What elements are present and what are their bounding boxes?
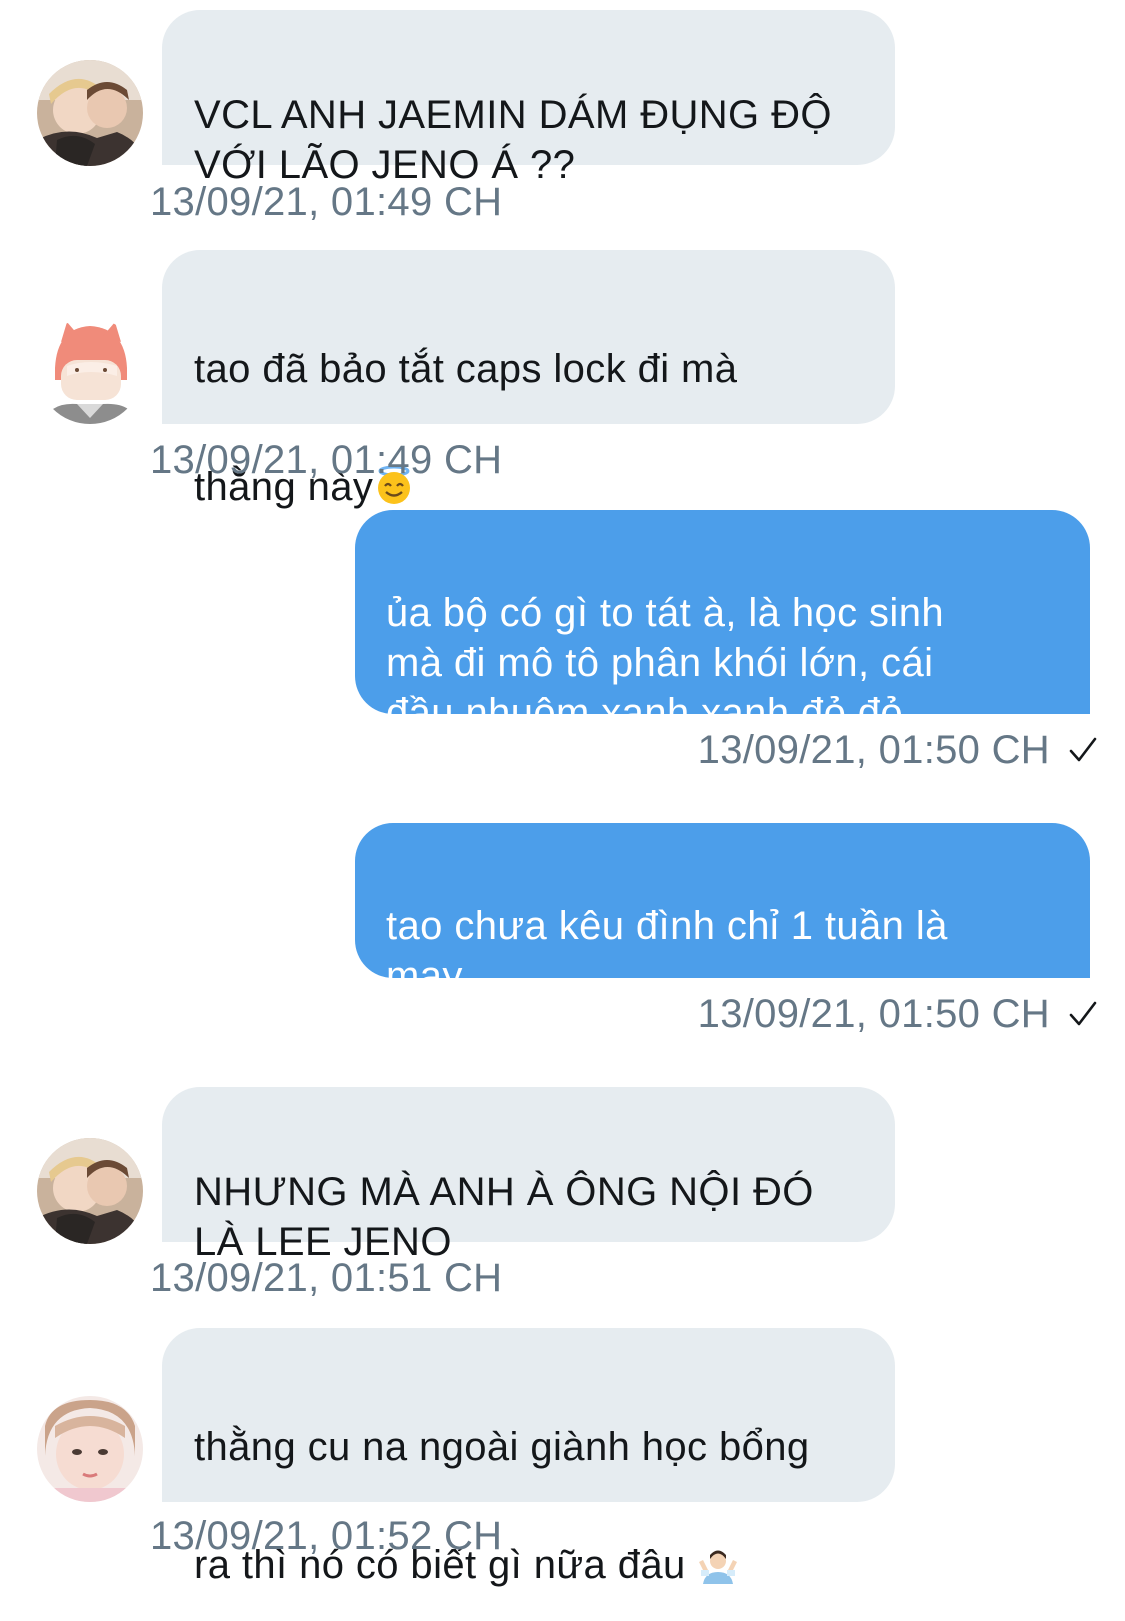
message-timestamp: 13/09/21, 01:52 CH <box>150 1514 503 1558</box>
message-thread: VCL ANH JAEMIN DÁM ĐỤNG ĐỘ VỚI LÃO JENO … <box>0 0 1125 1621</box>
message-bubble[interactable]: NHƯNG MÀ ANH À ÔNG NỘI ĐÓ LÀ LEE JENO <box>162 1087 895 1264</box>
avatar[interactable] <box>37 1396 143 1502</box>
message-text: VCL ANH JAEMIN DÁM ĐỤNG ĐỘ VỚI LÃO JENO … <box>194 93 832 187</box>
message-bubble[interactable]: tao chưa kêu đình chỉ 1 tuần là may <box>355 823 1090 998</box>
message-bubble[interactable]: VCL ANH JAEMIN DÁM ĐỤNG ĐỘ VỚI LÃO JENO … <box>162 10 895 187</box>
message-timestamp: 13/09/21, 01:49 CH <box>150 180 503 224</box>
message-text: tao đã bảo tắt caps lock đi mà thằng này <box>194 347 738 509</box>
message-timestamp: 13/09/21, 01:51 CH <box>150 1256 503 1300</box>
message-text: tao chưa kêu đình chỉ 1 tuần là may <box>386 904 948 998</box>
message-timestamp: 13/09/21, 01:50 CH <box>698 992 1098 1037</box>
timestamp-text: 13/09/21, 01:50 CH <box>697 992 1050 1036</box>
message-timestamp: 13/09/21, 01:49 CH <box>150 438 503 482</box>
timestamp-text: 13/09/21, 01:50 CH <box>697 728 1050 772</box>
message-bubble[interactable]: thằng cu na ngoài giành học bổng ra thì … <box>162 1328 895 1587</box>
message-text: NHƯNG MÀ ANH À ÔNG NỘI ĐÓ LÀ LEE JENO <box>194 1170 814 1264</box>
avatar[interactable] <box>37 318 143 424</box>
message-timestamp: 13/09/21, 01:50 CH <box>698 728 1098 773</box>
person-shrugging-icon <box>697 1478 739 1584</box>
message-bubble[interactable]: ủa bộ có gì to tát à, là học sinh mà đi … <box>355 510 1090 735</box>
message-text: ủa bộ có gì to tát à, là học sinh mà đi … <box>386 591 945 735</box>
avatar[interactable] <box>37 1138 143 1244</box>
check-icon <box>1068 730 1098 762</box>
smiling-face-with-halo-icon <box>373 400 415 504</box>
message-bubble[interactable]: tao đã bảo tắt caps lock đi mà thằng này <box>162 250 895 509</box>
check-icon <box>1068 994 1098 1026</box>
avatar[interactable] <box>37 60 143 166</box>
